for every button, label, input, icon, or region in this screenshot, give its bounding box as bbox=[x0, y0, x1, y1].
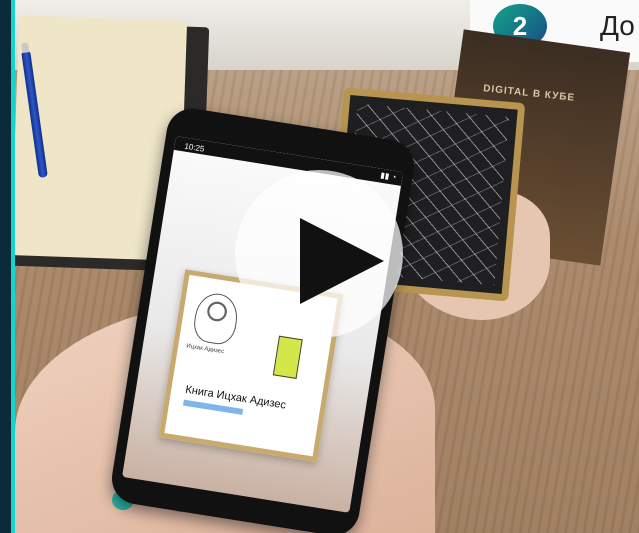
portrait-caption: Ицхак Адизес bbox=[185, 343, 225, 356]
author-portrait-icon bbox=[191, 290, 241, 347]
left-accent-strip bbox=[0, 0, 15, 533]
marker-icon bbox=[272, 335, 303, 379]
play-icon[interactable] bbox=[300, 218, 384, 304]
poster-text-top: До bbox=[600, 10, 635, 41]
video-thumbnail[interactable]: 2 До ко DIGITAL В КУБЕ 10:25 ▮▮ ◔ Ицхак … bbox=[0, 0, 639, 533]
